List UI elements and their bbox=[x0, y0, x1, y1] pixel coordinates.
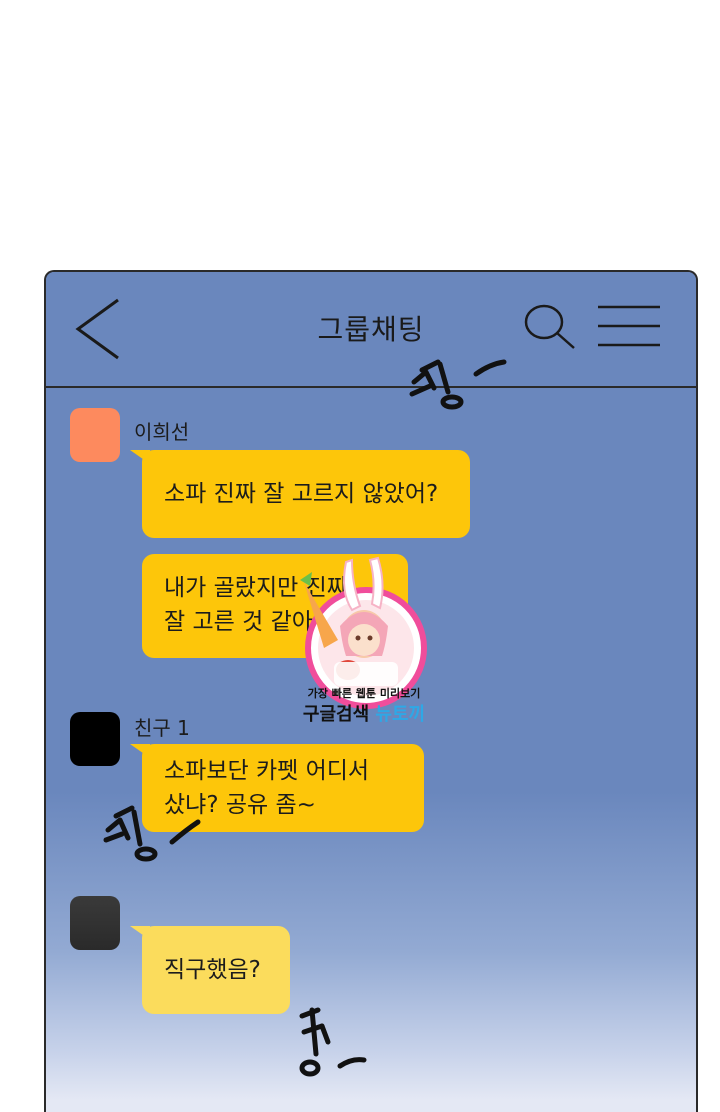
search-icon bbox=[524, 304, 575, 349]
sound-effect-art bbox=[299, 1007, 367, 1077]
watermark-text-b: 뉴토끼 bbox=[375, 704, 426, 725]
sound-effect-ding: 띵~ bbox=[288, 1002, 378, 1096]
sound-effect-ping: 핑~ bbox=[404, 342, 514, 416]
sound-effect-art bbox=[103, 805, 201, 862]
sound-effect-art bbox=[409, 359, 507, 410]
bubble-tail bbox=[130, 926, 150, 940]
sender-name: 이희선 bbox=[134, 420, 190, 444]
search-button[interactable] bbox=[520, 302, 580, 352]
hamburger-menu-icon bbox=[598, 305, 660, 347]
message-bubble[interactable]: 소파 진짜 잘 고르지 않았어? bbox=[130, 450, 470, 538]
watermark-text: 구글검색 뉴토끼 bbox=[286, 700, 442, 726]
bubble-tail bbox=[130, 450, 150, 464]
message-text: 소파 진짜 잘 고르지 않았어? bbox=[164, 481, 439, 507]
watermark-text-a: 구글검색 bbox=[302, 704, 370, 725]
message-text: 소파보단 카펫 어디서 bbox=[164, 758, 370, 784]
avatar[interactable] bbox=[70, 712, 120, 766]
sender-name: 친구 1 bbox=[134, 716, 190, 740]
menu-button[interactable] bbox=[596, 304, 662, 348]
watermark-text: 가장 빠른 웹툰 미리보기 bbox=[307, 687, 421, 700]
chat-header: 그룹채팅 bbox=[46, 272, 696, 388]
bubble-tail bbox=[130, 744, 150, 758]
message-bubble[interactable]: 직구했음? bbox=[130, 926, 290, 1014]
avatar[interactable] bbox=[70, 896, 120, 950]
avatar[interactable] bbox=[70, 408, 120, 462]
watermark-logo: 가장 빠른 웹툰 미리보기 구글검색 뉴토끼 bbox=[286, 552, 442, 728]
sound-effect-ping: 핑~ bbox=[102, 798, 212, 874]
message-text: 직구했음? bbox=[164, 957, 261, 983]
